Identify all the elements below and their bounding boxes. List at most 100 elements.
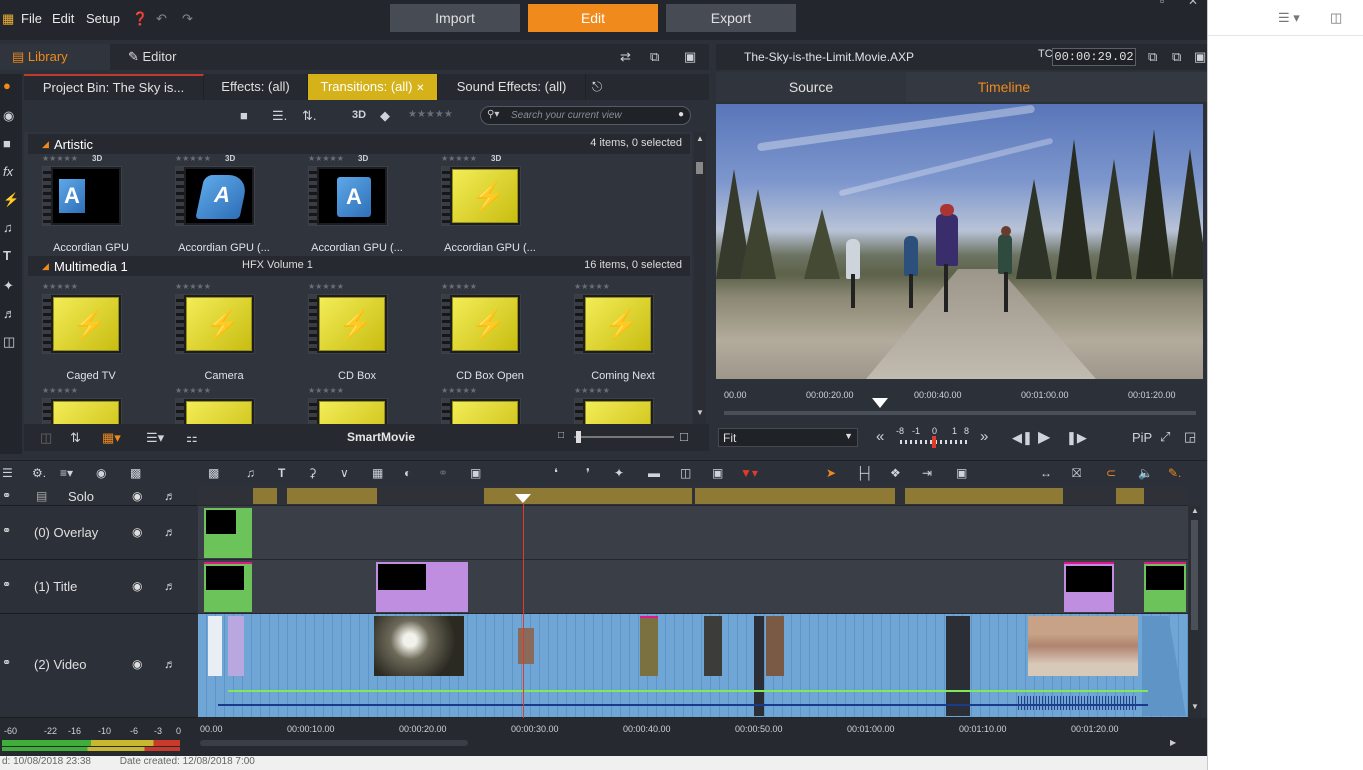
disc-icon[interactable]: ◉ xyxy=(3,108,14,124)
eye-icon[interactable]: ◉ xyxy=(132,579,142,593)
menu-edit[interactable]: Edit xyxy=(52,11,74,26)
fast-forward-icon[interactable]: » xyxy=(980,428,988,445)
speaker-icon[interactable]: ♬ xyxy=(164,579,176,593)
tab-effects[interactable]: Effects: (all) xyxy=(204,74,308,100)
tab-project-bin[interactable]: Project Bin: The Sky is... xyxy=(24,74,204,100)
transition-item[interactable]: ★★★★★ 3D ⚡ Accordian GPU (... xyxy=(427,154,547,262)
section-artistic[interactable]: ◢ Artistic 4 items, 0 selected xyxy=(28,134,690,154)
scroll-down-icon[interactable]: ▼ xyxy=(696,408,704,417)
scroll-up-icon[interactable]: ▲ xyxy=(696,134,704,143)
lock-icon[interactable]: ⚭ xyxy=(2,489,11,502)
track-header-title[interactable]: ⚭ (1) Title ◉ ♬ xyxy=(0,560,197,614)
safe-area-icon[interactable]: ◲ xyxy=(1184,429,1196,445)
view-options-icon[interactable]: ☰ ▾ xyxy=(1278,10,1300,26)
track-header-solo[interactable]: ⚭ ▤ Solo ◉ ♬ xyxy=(0,486,197,506)
lock-icon[interactable]: ⚭ xyxy=(2,578,11,591)
chapter-marker[interactable] xyxy=(695,488,895,504)
voiceover-icon[interactable]: ⚳ xyxy=(308,466,317,480)
transition-icon[interactable]: ⚡ xyxy=(3,192,19,208)
speaker-icon[interactable]: ♬ xyxy=(164,489,176,503)
speaker-icon[interactable]: ♬ xyxy=(164,657,176,671)
chapter-lane[interactable] xyxy=(198,486,1188,506)
chapter-marker[interactable] xyxy=(1116,488,1144,504)
zoom-select[interactable]: Fit ▼ xyxy=(718,428,858,447)
fit-icon[interactable]: ▣ xyxy=(956,466,967,480)
list-view-icon[interactable]: ☰▾ xyxy=(146,430,164,446)
transition-item[interactable]: ★★★★★ xyxy=(427,386,547,424)
transition-item[interactable]: ★★★★★ xyxy=(294,386,414,424)
transition-item[interactable]: ★★★★★ 3D A Accordian GPU (... xyxy=(161,154,281,262)
trim-icon[interactable]: ▬ xyxy=(648,466,660,480)
track-header-overlay[interactable]: ⚭ (0) Overlay ◉ ♬ xyxy=(0,506,197,560)
overlay-lane[interactable] xyxy=(198,506,1188,560)
menu-setup[interactable]: Setup xyxy=(86,11,120,26)
eye-icon[interactable]: ◉ xyxy=(132,657,142,671)
editor-tab[interactable]: ✎ Editor xyxy=(128,49,176,65)
transition-item[interactable]: ★★★★★ ⚡ CD Box xyxy=(294,282,414,390)
tab-timeline[interactable]: Timeline xyxy=(908,72,1100,102)
thumbnail-size-slider[interactable] xyxy=(574,431,674,443)
speaker-icon[interactable]: ♬ xyxy=(164,525,176,539)
minimize-icon[interactable]: ▫ xyxy=(1160,0,1164,8)
mark-in-icon[interactable]: ❛ xyxy=(554,466,558,480)
title-clip[interactable] xyxy=(376,562,468,612)
split-icon[interactable]: ✦ xyxy=(614,466,624,480)
scroll-thumb[interactable] xyxy=(696,162,703,174)
slide-icon[interactable]: ❖ xyxy=(890,466,901,480)
import-icon[interactable]: ⚏ xyxy=(186,430,198,446)
video-clip[interactable] xyxy=(518,628,534,664)
menu-file[interactable]: File xyxy=(21,11,42,26)
preview-scrubber[interactable]: 00.00 00:00:20.00 00:00:40.00 00:01:00.0… xyxy=(716,382,1207,422)
folder-icon[interactable]: ■ xyxy=(240,108,248,123)
transition-item[interactable]: ★★★★★ ⚡ CD Box Open xyxy=(427,282,547,390)
audio-mixer-icon[interactable]: ▩ xyxy=(208,466,219,480)
transition-item[interactable]: ★★★★★ xyxy=(161,386,281,424)
lock-icon[interactable]: ⚭ xyxy=(2,524,11,537)
menu-template-icon[interactable]: ◫ xyxy=(3,334,15,350)
storyboard-icon[interactable]: ▩ xyxy=(130,466,141,480)
zoom-icon[interactable]: ↔ xyxy=(1040,466,1052,480)
sync-icon[interactable]: ⇅ xyxy=(70,430,81,446)
tools-menu-icon[interactable]: ≡▾ xyxy=(60,466,73,480)
tab-sound-effects[interactable]: Sound Effects: (all) xyxy=(438,74,586,100)
preview-video[interactable] xyxy=(716,104,1203,379)
scroll-up-icon[interactable]: ▲ xyxy=(1191,506,1199,515)
music-icon[interactable]: ♫ xyxy=(246,466,255,480)
search-input[interactable]: ⚲▾ Search your current view ● xyxy=(480,106,691,125)
video-clip[interactable] xyxy=(704,616,722,676)
folder-icon[interactable]: ■ xyxy=(3,136,11,151)
library-tab[interactable]: ▤ Library xyxy=(0,44,110,70)
montage-icon[interactable]: ✦ xyxy=(3,278,14,294)
link-icon[interactable]: ⚭ xyxy=(438,466,448,480)
overlay-clip[interactable] xyxy=(204,508,252,558)
slider-thumb[interactable] xyxy=(576,431,581,443)
close-icon[interactable]: ✕ xyxy=(1188,0,1198,8)
slip-icon[interactable]: ⇥ xyxy=(922,466,932,480)
sound-fx-icon[interactable]: ♬ xyxy=(3,306,16,321)
media-icon[interactable]: ● xyxy=(3,78,11,93)
marker-add-icon[interactable]: ▼▾ xyxy=(740,466,758,480)
play-icon[interactable]: ▶ xyxy=(1038,427,1050,447)
scroll-thumb[interactable] xyxy=(1191,520,1198,630)
fullscreen-icon[interactable]: ⤢ xyxy=(1160,429,1170,445)
scroll-right-icon[interactable]: ▶ xyxy=(1170,738,1176,747)
title-clip[interactable] xyxy=(1144,562,1186,612)
audio-scrub-icon[interactable]: 🔈 xyxy=(1138,466,1153,480)
collapse-icon[interactable]: ◢ xyxy=(42,261,49,272)
track-header-video[interactable]: ⚭ (2) Video ◉ ♬ xyxy=(0,614,197,718)
image-icon[interactable]: ▣ xyxy=(470,466,481,480)
video-clip[interactable] xyxy=(374,616,464,676)
tag-icon[interactable]: ◆ xyxy=(380,108,390,124)
section-multimedia-1[interactable]: ◢ Multimedia 1 HFX Volume 1 16 items, 0 … xyxy=(28,256,690,276)
timeline-playhead[interactable] xyxy=(515,494,531,722)
import-mode-button[interactable]: Import xyxy=(390,4,520,32)
eye-icon[interactable]: ◉ xyxy=(132,525,142,539)
undo-icon[interactable]: ↶ xyxy=(156,11,167,27)
title-clip[interactable] xyxy=(1064,562,1114,612)
export-frame-icon[interactable]: ⧉ xyxy=(1148,49,1157,65)
title-icon[interactable]: T xyxy=(278,466,285,480)
delete-icon[interactable]: ◫ xyxy=(40,430,52,446)
tab-transitions[interactable]: Transitions: (all) ✕ xyxy=(308,74,438,100)
clear-search-icon[interactable]: ● xyxy=(678,109,684,120)
swap-icon[interactable]: ⇄ xyxy=(620,49,631,65)
